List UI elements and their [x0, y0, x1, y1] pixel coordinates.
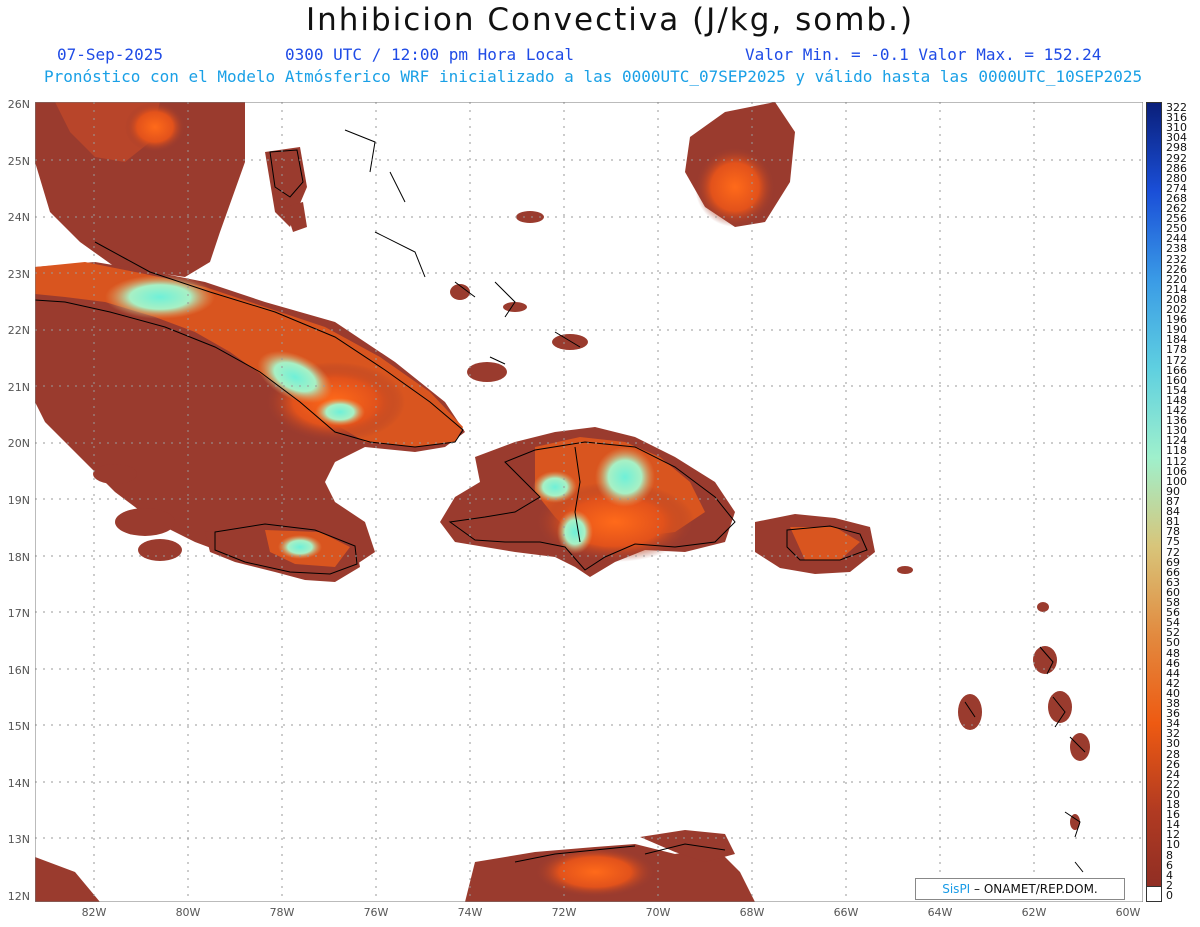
colorbar [1146, 102, 1162, 902]
lat-tick-label: 22N [7, 324, 30, 338]
lon-tick-label: 62W [1021, 906, 1047, 919]
colorbar-tick-label: 0 [1166, 889, 1173, 902]
lon-tick-label: 60W [1115, 906, 1141, 919]
map-canvas [35, 102, 1143, 902]
lat-tick-label: 25N [7, 154, 30, 168]
model-subtitle: Pronóstico con el Modelo Atmósferico WRF… [44, 67, 1143, 86]
lat-tick-label: 16N [7, 663, 30, 677]
forecast-date: 07-Sep-2025 [57, 45, 163, 64]
sispi-logo: SisPI [942, 882, 971, 896]
forecast-map [35, 102, 1143, 902]
forecast-time: 0300 UTC / 12:00 pm Hora Local [285, 45, 574, 64]
credit-org: – ONAMET/REP.DOM. [970, 882, 1098, 896]
lat-tick-label: 18N [7, 550, 30, 564]
lat-tick-label: 19N [7, 494, 30, 507]
lat-tick-label: 14N [7, 776, 30, 790]
lon-tick-label: 78W [269, 906, 295, 919]
lon-tick-label: 82W [81, 906, 107, 919]
lat-tick-label: 26N [7, 98, 30, 111]
lon-tick-label: 64W [927, 906, 953, 919]
lon-tick-label: 80W [175, 906, 201, 919]
lat-tick-label: 12N [7, 890, 30, 903]
lon-tick-label: 76W [363, 906, 389, 919]
lat-tick-label: 24N [7, 211, 30, 225]
lon-tick-label: 68W [739, 906, 765, 919]
lat-tick-label: 21N [7, 380, 30, 394]
chart-title: Inhibicion Convectiva (J/kg, somb.) [305, 2, 915, 38]
lat-tick-label: 17N [7, 607, 30, 621]
lat-tick-label: 23N [7, 267, 30, 281]
lon-tick-label: 72W [551, 906, 577, 919]
lat-tick-label: 15N [7, 720, 30, 734]
lat-tick-label: 13N [7, 833, 30, 847]
lon-tick-label: 66W [833, 906, 859, 919]
colorbar-zero-bin [1147, 886, 1161, 901]
lon-tick-label: 70W [645, 906, 671, 919]
lat-tick-label: 20N [7, 437, 30, 451]
lon-tick-label: 74W [457, 906, 483, 919]
value-min-max: Valor Min. = -0.1 Valor Max. = 152.24 [745, 45, 1102, 64]
credit-box: SisPI – ONAMET/REP.DOM. [915, 878, 1125, 900]
